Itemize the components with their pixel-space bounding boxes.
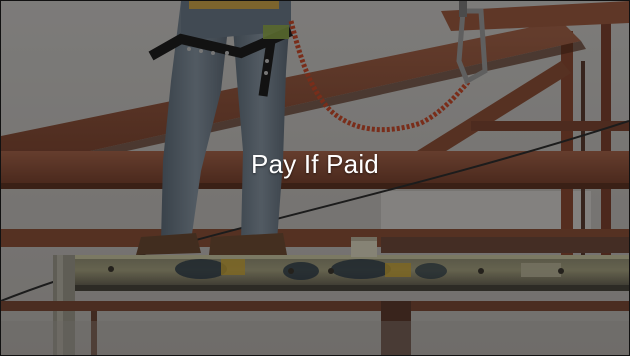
hero-title: Pay If Paid — [251, 149, 379, 179]
hero-banner: Pay If Paid — [0, 0, 630, 356]
